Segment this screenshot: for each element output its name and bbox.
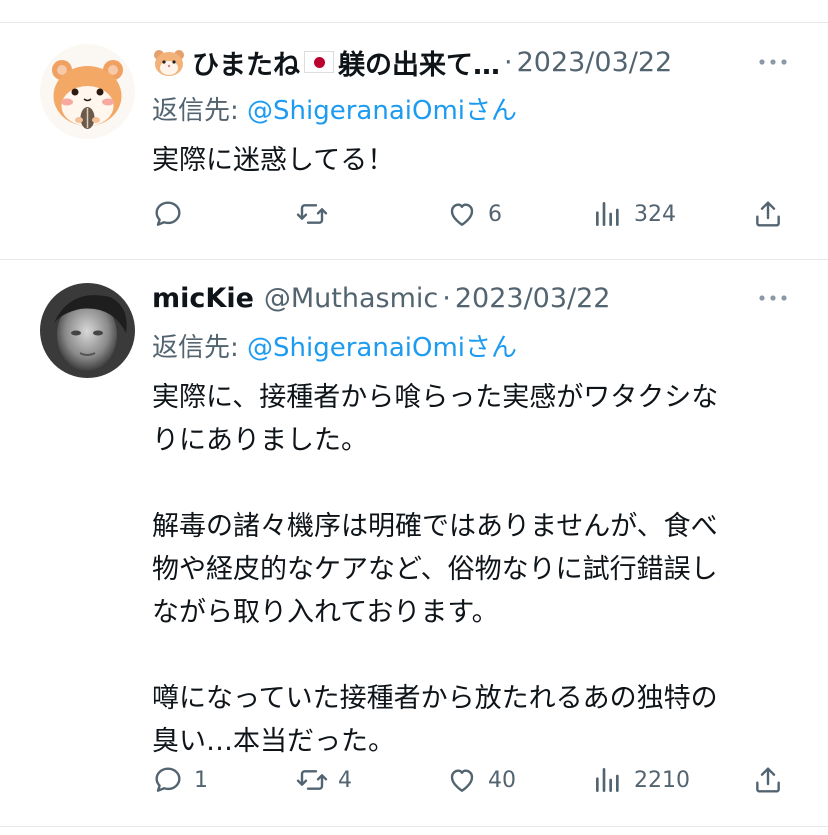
reply-suffix: さん (465, 333, 518, 363)
separator-dot: · (504, 46, 513, 78)
display-name[interactable]: ひまたね (192, 43, 300, 82)
retweet-icon (296, 770, 328, 790)
like-button[interactable]: 6 (446, 194, 502, 234)
user-handle[interactable]: @Muthasmic (264, 283, 438, 314)
avatar[interactable] (40, 283, 135, 378)
heart-icon (450, 203, 474, 226)
views-button[interactable]: 2210 (592, 760, 690, 800)
share-button[interactable] (752, 194, 784, 234)
share-icon (756, 767, 780, 793)
reply-label: 返信先: (152, 96, 239, 126)
views-count: 2210 (634, 767, 690, 793)
avatar[interactable] (40, 44, 135, 139)
tweet-actions: 6 324 (152, 194, 792, 234)
bottom-divider (0, 826, 828, 827)
tweet-divider (0, 259, 828, 260)
retweet-count: 4 (338, 767, 352, 793)
views-icon (596, 202, 619, 226)
tweet-text-line: 解毒の諸々機序は明確ではありませんが、食べ (152, 511, 718, 542)
views-count: 324 (634, 201, 676, 227)
reply-icon (155, 201, 181, 226)
tweet-body: 実際に迷惑してる！ (152, 139, 792, 182)
reply-mention-link[interactable]: @ShigeranaiOmi (247, 96, 465, 126)
japan-flag-icon (304, 51, 334, 73)
top-divider (0, 22, 828, 23)
display-name-suffix[interactable]: 躾の出来て… (338, 43, 500, 82)
reply-label: 返信先: (152, 333, 239, 363)
display-name[interactable]: micKie (152, 283, 254, 314)
tweet-text-line: 実際に、接種者から喰らった実感がワタクシな (152, 382, 719, 413)
reply-button[interactable] (152, 194, 194, 234)
retweet-icon (296, 204, 328, 224)
tweet-text-line: 実際に迷惑してる！ (152, 145, 395, 176)
like-count: 6 (488, 201, 502, 227)
tweet-text-line: 物や経皮的なケアなど、俗物なりに試行錯誤し (152, 554, 718, 585)
reply-mention-link[interactable]: @ShigeranaiOmi (247, 333, 465, 363)
tweet-header: ひまたね 躾の出来て… · 2023/03/22 (152, 42, 788, 82)
like-count: 40 (488, 767, 516, 793)
retweet-button[interactable]: 4 (296, 760, 352, 800)
reply-suffix: さん (465, 96, 518, 126)
tweet-text-line: ながら取り入れております。 (152, 597, 499, 628)
more-icon (759, 295, 787, 301)
reply-context: 返信先: @ShigeranaiOmiさん (152, 327, 517, 364)
reply-icon (155, 767, 181, 792)
tweet-date[interactable]: 2023/03/22 (455, 283, 611, 314)
tweet-actions: 1 4 40 2210 (152, 760, 792, 800)
tweet-text-line: 噂になっていた接種者から放たれるあの独特の (152, 683, 718, 714)
reply-button[interactable]: 1 (152, 760, 208, 800)
tweet-text-line: りにありました。 (152, 425, 368, 456)
hamster-emoji-icon (154, 50, 184, 76)
more-icon (759, 59, 787, 65)
more-options-button[interactable] (748, 42, 788, 82)
separator-dot: · (442, 282, 451, 314)
tweet-body: 実際に、接種者から喰らった実感がワタクシな りにありました。 解毒の諸々機序は明… (152, 376, 792, 763)
retweet-button[interactable] (296, 194, 338, 234)
like-button[interactable]: 40 (446, 760, 516, 800)
share-icon (756, 201, 780, 227)
share-button[interactable] (752, 760, 784, 800)
tweet-text-line: 臭い…本当だった。 (152, 726, 395, 757)
views-icon (596, 768, 619, 792)
reply-count: 1 (194, 767, 208, 793)
more-options-button[interactable] (748, 278, 788, 318)
photo-avatar-image (40, 283, 135, 378)
tweet-date[interactable]: 2023/03/22 (517, 47, 673, 78)
views-button[interactable]: 324 (592, 194, 676, 234)
hamster-avatar-image (40, 44, 135, 139)
heart-icon (450, 769, 474, 792)
tweet-header: micKie @Muthasmic · 2023/03/22 (152, 278, 788, 318)
reply-context: 返信先: @ShigeranaiOmiさん (152, 90, 517, 127)
